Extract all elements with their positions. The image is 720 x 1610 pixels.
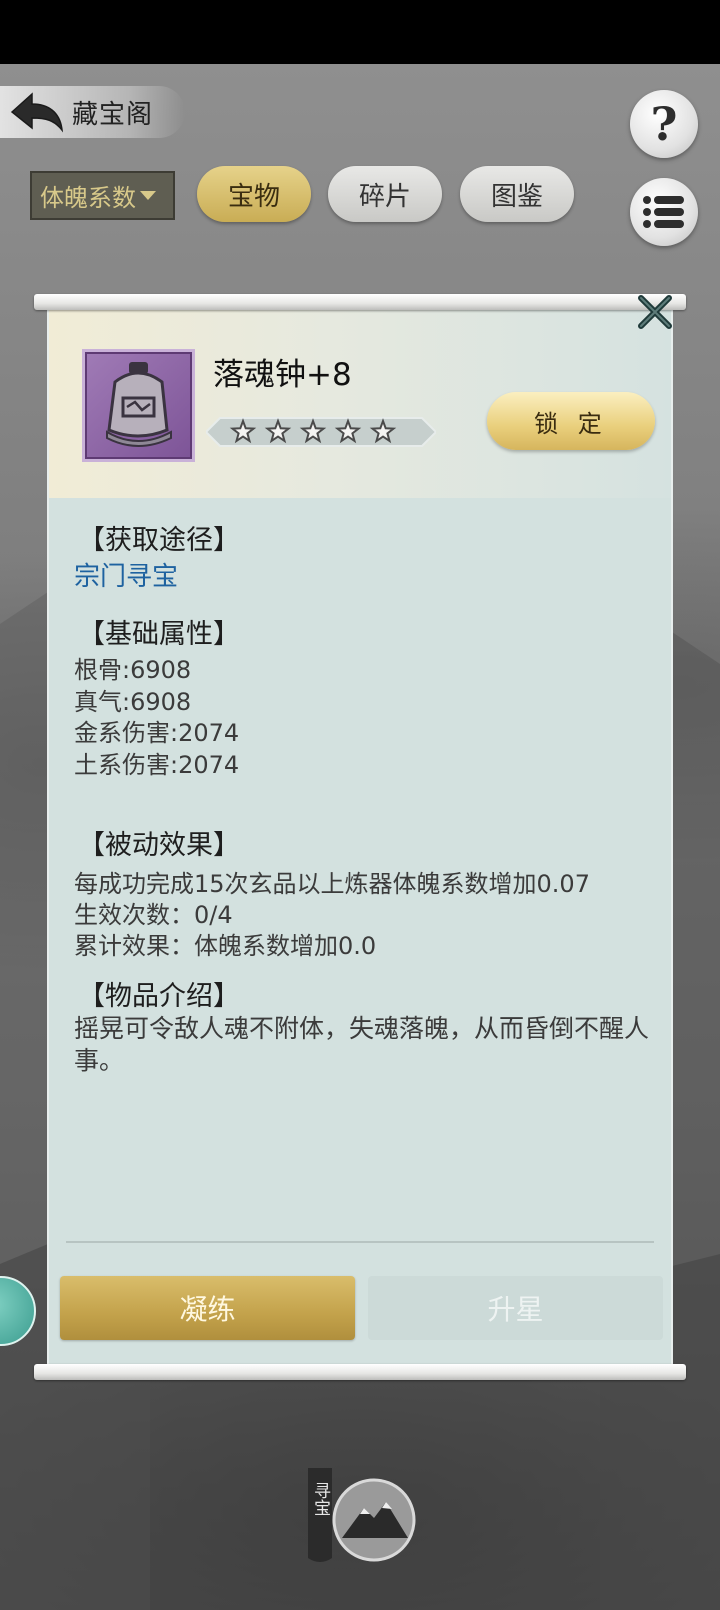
base-attributes-title: 【基础属性】 [78, 619, 240, 650]
lock-button[interactable]: 锁 定 [487, 392, 655, 450]
passive-effect-title: 【被动效果】 [78, 830, 240, 861]
passive-line: 生效次数：0/4 [74, 901, 233, 929]
refine-button[interactable]: 凝练 [60, 1276, 355, 1340]
tab-fragment[interactable]: 碎片 [328, 166, 442, 222]
filter-dropdown-label: 体魄系数 [40, 184, 136, 212]
bell-icon [106, 362, 172, 447]
upstar-button[interactable]: 升星 [368, 1276, 663, 1340]
scroll-rod-top [34, 294, 686, 310]
treasure-hunt-label: 寻宝 [310, 1482, 330, 1516]
star-rating [206, 417, 436, 447]
tab-treasure[interactable]: 宝物 [197, 166, 311, 222]
item-intro-title: 【物品介绍】 [78, 981, 240, 1012]
back-arrow-icon[interactable] [8, 90, 66, 134]
passive-line: 每成功完成15次玄品以上炼器体魄系数增加0.07 [74, 870, 590, 898]
divider [66, 1241, 654, 1243]
help-icon: ? [650, 97, 678, 151]
acquire-link[interactable]: 宗门寻宝 [74, 556, 178, 593]
passive-line: 累计效果：体魄系数增加0.0 [74, 932, 377, 960]
filter-dropdown[interactable]: 体魄系数 [30, 171, 175, 220]
item-name: 落魂钟+8 [213, 357, 352, 393]
help-button[interactable]: ? [630, 90, 698, 158]
item-image [82, 349, 195, 462]
treasure-hunt-icon[interactable]: 寻宝 [302, 1462, 420, 1566]
page-title: 藏宝阁 [72, 100, 154, 130]
attribute-line: 真气:6908 [74, 688, 192, 716]
chevron-down-icon [140, 191, 156, 200]
item-intro-text: 摇晃可令敌人魂不附体，失魂落魄，从而昏倒不醒人事。 [74, 1014, 650, 1075]
acquire-section-title: 【获取途径】 [78, 525, 240, 556]
attribute-line: 土系伤害:2074 [74, 751, 240, 779]
tab-codex[interactable]: 图鉴 [460, 166, 574, 222]
status-bar [0, 0, 720, 64]
list-menu-icon [643, 196, 684, 228]
scroll-rod-bottom [34, 1364, 686, 1380]
attribute-line: 金系伤害:2074 [74, 719, 240, 747]
attribute-line: 根骨:6908 [74, 656, 192, 684]
close-icon[interactable] [637, 294, 673, 330]
menu-button[interactable] [630, 178, 698, 246]
